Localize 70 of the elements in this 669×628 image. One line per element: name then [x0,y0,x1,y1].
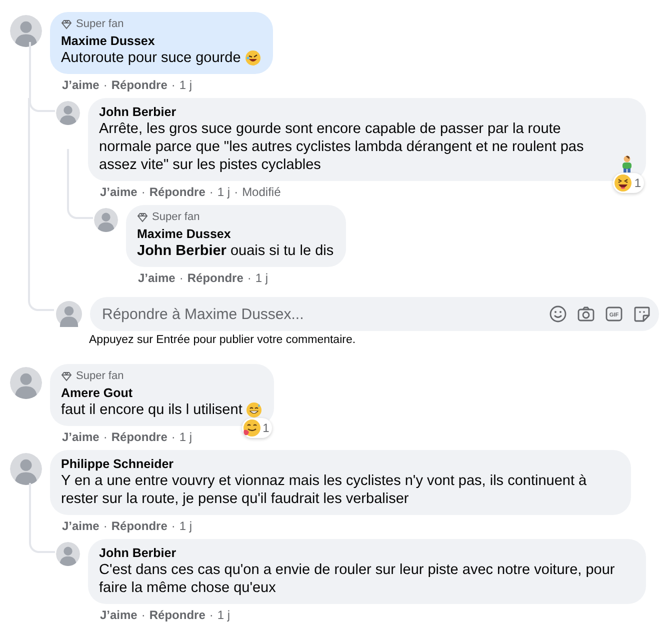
separator-dot: · [171,78,176,92]
separator-dot: · [141,185,146,199]
separator-dot: · [209,185,214,199]
hugging-face-icon [242,419,261,437]
author-name[interactable]: Maxime Dussex [137,226,334,242]
reaction-badge[interactable]: 1 [613,173,644,193]
comment-meta: 1 j [179,519,192,533]
separator-dot: · [234,185,238,199]
thread-line [67,149,93,219]
action-link[interactable]: J’aime [62,430,100,444]
action-link[interactable]: Répondre [149,185,206,199]
action-link[interactable]: J’aime [100,608,138,622]
badge-label: Super fan [76,370,124,382]
grinning-face-icon [246,402,262,418]
action-link[interactable]: J’aime [138,271,176,285]
badge-label: Super fan [76,18,124,30]
action-link[interactable]: J’aime [62,519,100,533]
separator-dot: · [209,608,214,622]
camera-icon[interactable] [577,305,595,323]
comment-text: Autoroute pour suce gourde [61,49,241,67]
comment-meta: Modifié [242,185,281,199]
diamond-icon [61,370,72,382]
separator-dot: · [103,78,108,92]
author-name[interactable]: Maxime Dussex [61,33,261,49]
avatar[interactable] [10,453,42,485]
hint-text: Appuyez sur Entrée pour publier votre commentaire. [89,333,357,348]
author-name[interactable]: John Berbier [99,545,634,561]
reaction-badge[interactable]: 1 [242,418,272,438]
thread-line [29,483,55,553]
separator-dot: · [141,608,146,622]
action-link[interactable]: Répondre [111,430,168,444]
avatar[interactable] [10,15,42,47]
comment-meta: 1 j [217,185,230,199]
comment-text: Y en a une entre vouvry et vionnaz mais les cyclistes n'y vont pas, ils continuent à rester sur la route, je pense qu'il faudrait les verbaliser [61,472,588,508]
comment-meta: 1 j [217,608,230,622]
avatar[interactable] [94,208,118,232]
comment-text: C'est dans ces cas qu'on a envie de rouler sur leur piste avec notre voiture, pour faire la même chose qu'eux [99,561,616,597]
separator-dot: · [179,271,184,285]
avatar[interactable] [56,301,82,327]
smiley-icon[interactable] [549,305,567,323]
comment-meta: 1 j [179,78,192,92]
comment-text: faut il encore qu ils l utilisent [61,401,242,419]
separator-dot: · [103,430,108,444]
action-link[interactable]: J’aime [100,185,138,199]
author-name[interactable]: Philippe Schneider [61,456,619,472]
comment-text: Arrête, les gros suce gourde sont encore capable de passer par la route normale parce que "les autres cyclistes lambda dérangent et ne roulent pas assez vite" sur les pistes cyclables [99,120,585,174]
separator-dot: · [247,271,252,285]
action-link[interactable]: Répondre [111,519,168,533]
sticker-icon[interactable] [633,305,651,323]
person-icon [620,155,634,173]
author-name[interactable]: John Berbier [99,104,634,120]
laughing-face-icon [614,174,632,192]
separator-dot: · [171,430,176,444]
author-name[interactable]: Amere Gout [61,385,262,401]
action-link[interactable]: Répondre [187,271,244,285]
separator-dot: · [171,519,176,533]
action-link[interactable]: J’aime [62,78,100,92]
comment-meta: 1 j [255,271,268,285]
laughing-face-icon [244,50,261,66]
avatar[interactable] [56,542,80,566]
comment-meta: 1 j [179,430,192,444]
action-link[interactable]: Répondre [149,608,206,622]
avatar[interactable] [10,367,42,399]
action-link[interactable]: Répondre [111,78,168,92]
separator-dot: · [103,519,108,533]
avatar[interactable] [56,101,80,125]
comment-text: John Berbier ouais si tu le dis [137,242,334,260]
diamond-icon [137,212,148,222]
diamond-icon [61,18,72,30]
badge-label: Super fan [152,211,200,223]
